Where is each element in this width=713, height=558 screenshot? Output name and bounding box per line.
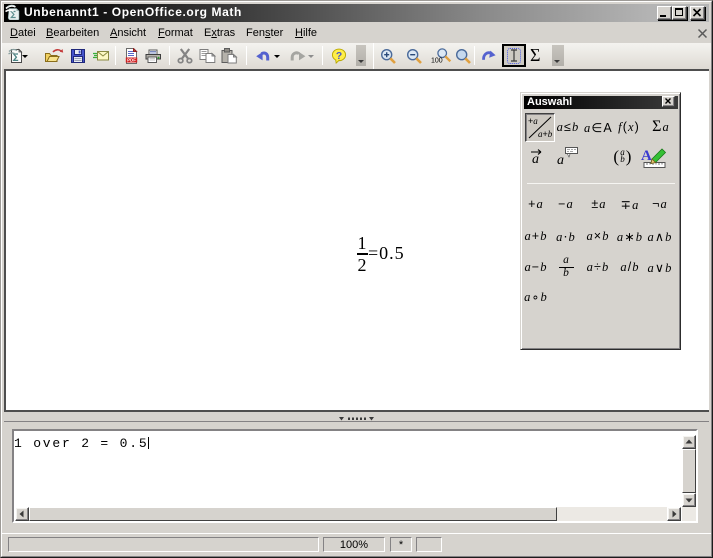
svg-text:?: ?	[336, 51, 342, 62]
svg-text:100: 100	[431, 58, 443, 65]
svg-text:+a: +a	[528, 116, 538, 126]
svg-text:a: a	[557, 153, 565, 165]
svg-text:a+b: a+b	[538, 129, 553, 139]
svg-text:a: a	[532, 152, 540, 164]
svg-text:PDF: PDF	[127, 58, 136, 63]
